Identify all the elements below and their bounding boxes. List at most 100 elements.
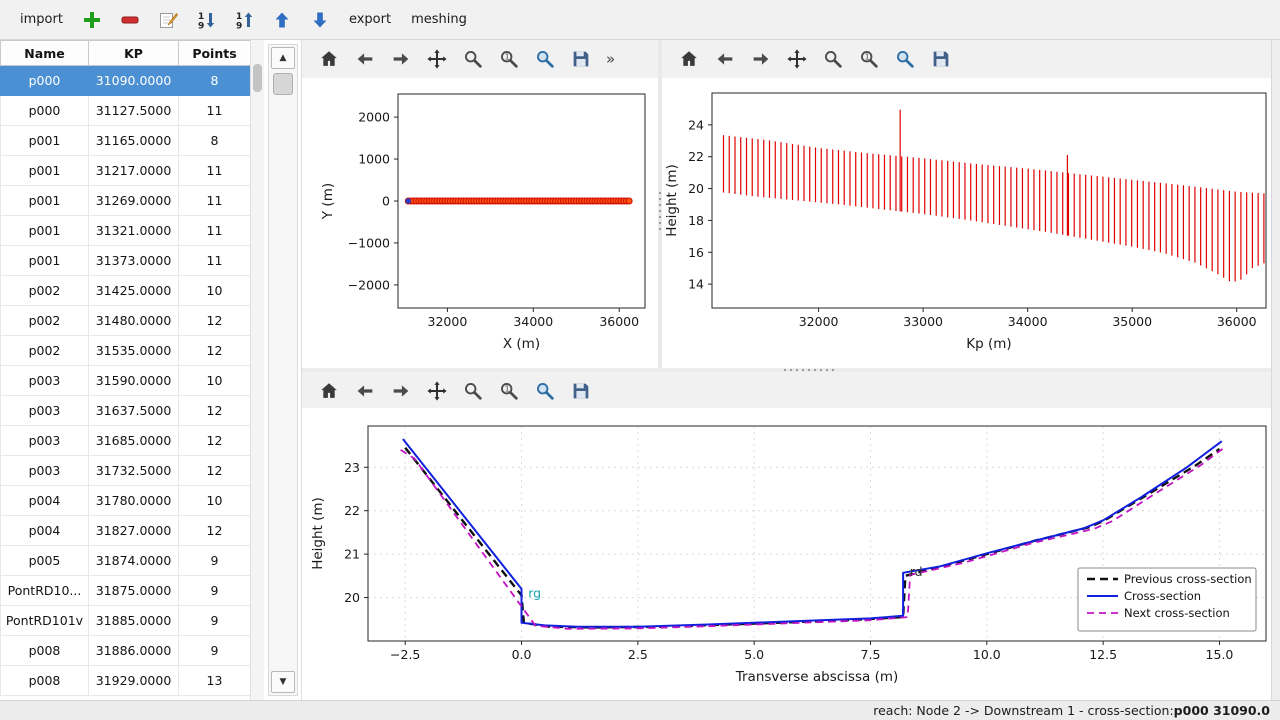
save-button[interactable]	[568, 378, 594, 404]
right-scrollbar-strip[interactable]	[1271, 40, 1280, 700]
cell-kp[interactable]: 31875.0000	[89, 576, 179, 606]
table-row[interactable]: p00331637.500012	[1, 396, 251, 426]
cell-kp[interactable]: 31373.0000	[89, 246, 179, 276]
cell-name[interactable]: p004	[1, 486, 89, 516]
table-row[interactable]: p00231480.000012	[1, 306, 251, 336]
toolbar-overflow-chevron[interactable]: »	[606, 50, 615, 68]
table-row[interactable]: p00831929.000013	[1, 666, 251, 696]
sort-ascending-button[interactable]: 1 9	[193, 7, 219, 33]
cell-points[interactable]: 12	[179, 426, 251, 456]
cell-name[interactable]: PontRD101v	[1, 606, 89, 636]
cell-name[interactable]: PontRD10...	[1, 576, 89, 606]
forward-button[interactable]	[388, 378, 414, 404]
cell-points[interactable]: 12	[179, 516, 251, 546]
cell-kp[interactable]: 31780.0000	[89, 486, 179, 516]
table-scrollbar-thumb[interactable]	[253, 64, 262, 92]
sort-descending-button[interactable]: 1 9	[231, 7, 257, 33]
table-scrollbar[interactable]	[250, 40, 264, 700]
table-row[interactable]: p00231535.000012	[1, 336, 251, 366]
cell-kp[interactable]: 31827.0000	[89, 516, 179, 546]
cell-points[interactable]: 12	[179, 336, 251, 366]
cross-section-chart[interactable]: rgrd−2.50.02.55.07.510.012.515.020212223…	[302, 408, 1280, 700]
cell-points[interactable]: 12	[179, 396, 251, 426]
cell-kp[interactable]: 31425.0000	[89, 276, 179, 306]
table-row[interactable]: p00531874.00009	[1, 546, 251, 576]
back-button[interactable]	[352, 378, 378, 404]
cell-name[interactable]: p002	[1, 306, 89, 336]
cell-points[interactable]: 11	[179, 216, 251, 246]
cell-name[interactable]: p001	[1, 216, 89, 246]
zoom-rect-button[interactable]	[532, 46, 558, 72]
column-header-name[interactable]: Name	[1, 41, 89, 66]
cell-points[interactable]: 9	[179, 606, 251, 636]
remove-section-button[interactable]	[117, 7, 143, 33]
zoom-one-button[interactable]: 1	[496, 46, 522, 72]
panel-scrollbar-thumb[interactable]	[273, 73, 293, 95]
table-row[interactable]: PontRD10...31875.00009	[1, 576, 251, 606]
cell-kp[interactable]: 31732.5000	[89, 456, 179, 486]
cell-name[interactable]: p002	[1, 276, 89, 306]
save-button[interactable]	[568, 46, 594, 72]
table-row[interactable]: p00031127.500011	[1, 96, 251, 126]
cell-kp[interactable]: 31480.0000	[89, 306, 179, 336]
column-header-points[interactable]: Points	[179, 41, 251, 66]
cell-name[interactable]: p001	[1, 126, 89, 156]
panel-scrollbar[interactable]: ▲ ▼	[268, 44, 298, 696]
zoom-one-button[interactable]: 1	[856, 46, 882, 72]
export-button[interactable]: export	[345, 10, 395, 29]
home-button[interactable]	[316, 46, 342, 72]
move-up-button[interactable]	[269, 7, 295, 33]
cell-name[interactable]: p003	[1, 366, 89, 396]
table-row[interactable]: p00331590.000010	[1, 366, 251, 396]
back-button[interactable]	[352, 46, 378, 72]
scroll-down-button[interactable]: ▼	[271, 671, 295, 693]
cell-kp[interactable]: 31886.0000	[89, 636, 179, 666]
pan-button[interactable]	[424, 378, 450, 404]
cell-name[interactable]: p003	[1, 426, 89, 456]
cell-name[interactable]: p001	[1, 156, 89, 186]
cell-kp[interactable]: 31929.0000	[89, 666, 179, 696]
pan-button[interactable]	[784, 46, 810, 72]
table-row[interactable]: p00331732.500012	[1, 456, 251, 486]
cell-points[interactable]: 11	[179, 246, 251, 276]
cell-kp[interactable]: 31535.0000	[89, 336, 179, 366]
zoom-button[interactable]	[820, 46, 846, 72]
table-row[interactable]: p00031090.00008	[1, 66, 251, 96]
long-profile-chart[interactable]: 3200033000340003500036000141618202224Kp …	[662, 78, 1280, 370]
table-row[interactable]: p00431780.000010	[1, 486, 251, 516]
cell-points[interactable]: 13	[179, 666, 251, 696]
forward-button[interactable]	[748, 46, 774, 72]
cell-kp[interactable]: 31090.0000	[89, 66, 179, 96]
forward-button[interactable]	[388, 46, 414, 72]
cell-name[interactable]: p001	[1, 186, 89, 216]
table-row[interactable]: p00131165.00008	[1, 126, 251, 156]
cell-kp[interactable]: 31321.0000	[89, 216, 179, 246]
pan-button[interactable]	[424, 46, 450, 72]
cell-name[interactable]: p003	[1, 456, 89, 486]
edit-section-button[interactable]	[155, 7, 181, 33]
cell-points[interactable]: 8	[179, 126, 251, 156]
cell-name[interactable]: p008	[1, 666, 89, 696]
table-row[interactable]: p00431827.000012	[1, 516, 251, 546]
column-header-kp[interactable]: KP	[89, 41, 179, 66]
scroll-up-button[interactable]: ▲	[271, 47, 295, 69]
table-row[interactable]: p00231425.000010	[1, 276, 251, 306]
cell-kp[interactable]: 31590.0000	[89, 366, 179, 396]
add-section-button[interactable]	[79, 7, 105, 33]
table-row[interactable]: p00131373.000011	[1, 246, 251, 276]
vertical-splitter-grip[interactable]	[658, 190, 662, 234]
import-button[interactable]: import	[16, 10, 67, 29]
cell-name[interactable]: p004	[1, 516, 89, 546]
cell-name[interactable]: p000	[1, 96, 89, 126]
table-row[interactable]: p00331685.000012	[1, 426, 251, 456]
cell-kp[interactable]: 31637.5000	[89, 396, 179, 426]
meshing-button[interactable]: meshing	[407, 10, 471, 29]
cell-name[interactable]: p002	[1, 336, 89, 366]
cell-name[interactable]: p003	[1, 396, 89, 426]
table-row[interactable]: p00131269.000011	[1, 186, 251, 216]
zoom-rect-button[interactable]	[892, 46, 918, 72]
table-row[interactable]: p00131321.000011	[1, 216, 251, 246]
cell-kp[interactable]: 31165.0000	[89, 126, 179, 156]
home-button[interactable]	[676, 46, 702, 72]
cell-name[interactable]: p000	[1, 66, 89, 96]
